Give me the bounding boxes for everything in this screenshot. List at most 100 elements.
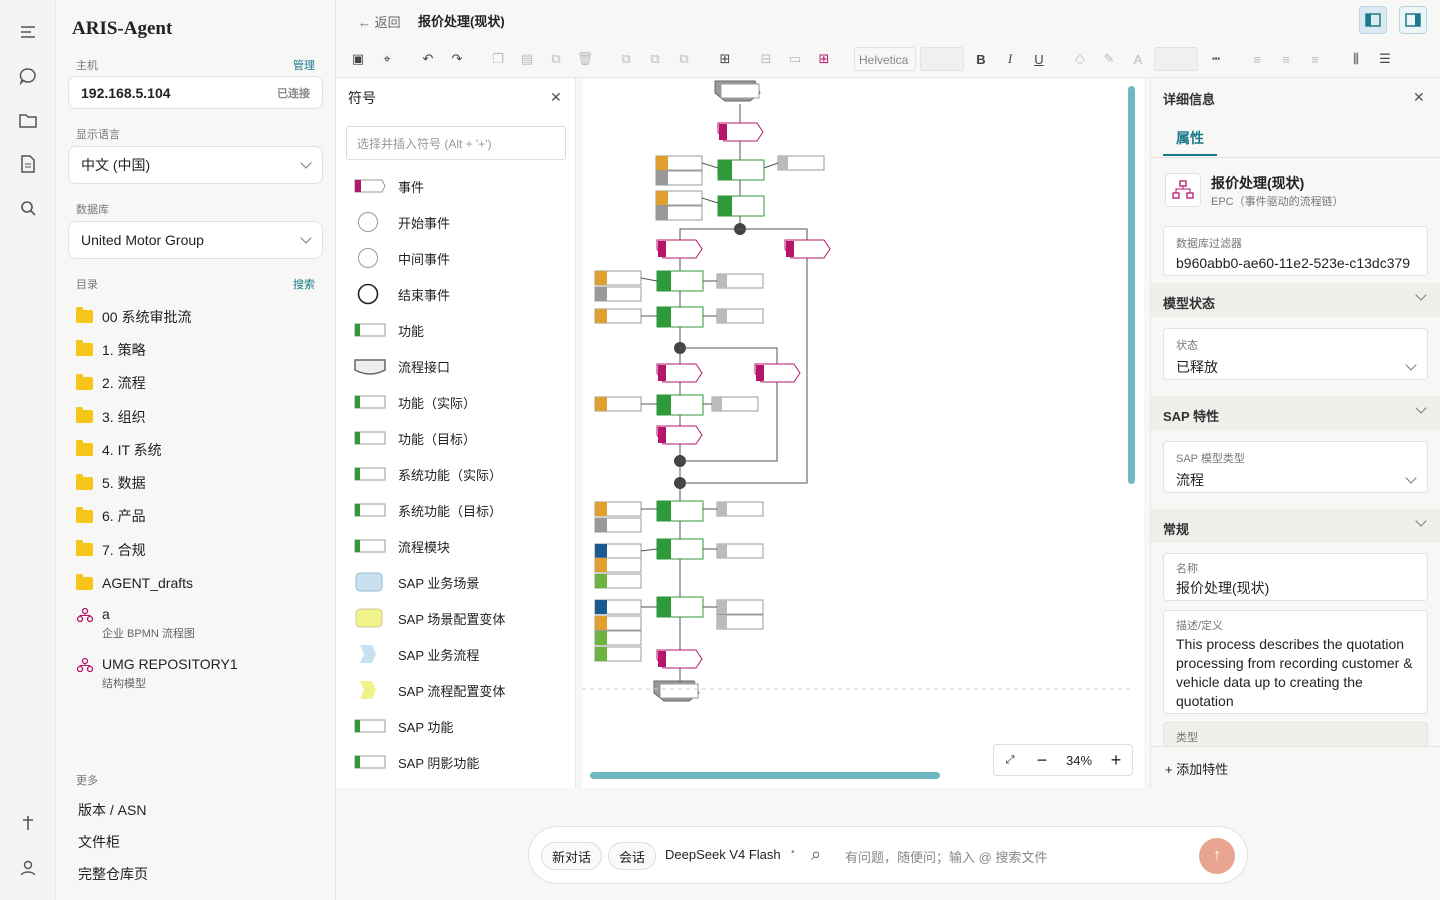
location-icon[interactable]: ⌖ xyxy=(377,49,397,69)
host-manage-link[interactable]: 管理 xyxy=(293,57,315,73)
folder-item[interactable]: 3. 组织 xyxy=(76,400,326,433)
bring-front-icon[interactable]: ⧉ xyxy=(616,49,636,69)
symbol-item[interactable]: 结束事件 xyxy=(354,276,450,312)
folder-item[interactable]: 7. 合规 xyxy=(76,533,326,566)
toggle-left-panel-button[interactable] xyxy=(1359,6,1387,34)
name-field[interactable]: 名称 报价处理(现状) xyxy=(1163,553,1428,601)
bold-icon[interactable]: B xyxy=(971,49,991,69)
layout-icon[interactable]: ⊞ xyxy=(715,49,735,69)
symbol-item[interactable]: 中间事件 xyxy=(354,240,450,276)
folder-item[interactable]: 00 系统审批流 xyxy=(76,300,326,333)
horizontal-scrollbar[interactable] xyxy=(590,772,940,779)
document-icon[interactable] xyxy=(16,152,40,176)
pin-icon[interactable] xyxy=(16,811,40,835)
symbol-item[interactable]: 系统功能（实际） xyxy=(354,456,502,492)
group-icon[interactable]: ⧉ xyxy=(674,49,694,69)
model-dropdown-icon[interactable]: • xyxy=(791,847,795,858)
section-sap[interactable]: SAP 特性 xyxy=(1151,396,1440,430)
zoom-out-button[interactable]: − xyxy=(1026,750,1058,771)
font-family-select[interactable]: Helvetica xyxy=(854,47,916,71)
search-icon[interactable] xyxy=(16,196,40,220)
send-button[interactable]: ↑ xyxy=(1199,838,1235,874)
fill-color-icon[interactable]: ◇ xyxy=(1070,49,1090,69)
model-item[interactable]: UMG REPOSITORY1 结构模型 xyxy=(76,650,326,700)
diagram-canvas[interactable]: ⤢ − 34% + xyxy=(582,78,1144,788)
symbol-item[interactable]: 流程接口 xyxy=(354,348,450,384)
sap-model-type-select[interactable]: SAP 模型类型 流程 xyxy=(1163,441,1428,493)
more-item-filecabinet[interactable]: 文件柜 xyxy=(78,832,120,852)
line-width-input[interactable] xyxy=(1154,47,1198,71)
folder-item[interactable]: 1. 策略 xyxy=(76,333,326,366)
lang-select[interactable]: 中文 (中国) xyxy=(68,146,323,184)
toggle-right-panel-button[interactable] xyxy=(1399,6,1427,34)
new-chat-button[interactable]: 新对话 xyxy=(541,842,603,870)
align-right-icon[interactable]: ≡ xyxy=(1305,49,1325,69)
back-button[interactable]: ← 返回 xyxy=(358,12,401,31)
db-filter-field[interactable]: 数据库过滤器 b960abb0-ae60-11e2-523e-c13dc379 xyxy=(1163,226,1428,276)
symbol-item[interactable]: SAP 业务流程 xyxy=(354,636,479,672)
folder-icon[interactable] xyxy=(16,108,40,132)
symbol-item[interactable]: 系统功能（目标） xyxy=(354,492,502,528)
distribute-horizontal-icon[interactable]: ⫼ xyxy=(1346,49,1366,69)
model-icon[interactable]: ⊞ xyxy=(814,49,834,69)
zoom-in-button[interactable]: + xyxy=(1100,750,1132,771)
folder-item[interactable]: 4. IT 系统 xyxy=(76,433,326,466)
line-style-icon[interactable]: ┅ xyxy=(1206,49,1226,69)
symbol-item[interactable]: 事件 xyxy=(354,168,424,204)
dir-search-link[interactable]: 搜索 xyxy=(293,276,315,292)
section-general[interactable]: 常规 xyxy=(1151,509,1440,543)
state-select[interactable]: 状态 已释放 xyxy=(1163,328,1428,380)
send-back-icon[interactable]: ⧉ xyxy=(645,49,665,69)
undo-icon[interactable]: ↶ xyxy=(418,49,438,69)
folder-item[interactable]: AGENT_drafts xyxy=(76,566,326,599)
font-size-input[interactable] xyxy=(920,47,964,71)
underline-icon[interactable]: U xyxy=(1029,49,1049,69)
symbol-item[interactable]: SAP 阴影功能 xyxy=(354,744,479,780)
align-icon[interactable]: ⊟ xyxy=(756,49,776,69)
symbol-item[interactable]: SAP 业务场景 xyxy=(354,564,479,600)
folder-item[interactable]: 2. 流程 xyxy=(76,367,326,400)
chat-icon[interactable] xyxy=(16,64,40,88)
model-selector[interactable]: DeepSeek V4 Flash xyxy=(665,847,781,862)
symbol-item[interactable]: 功能（实际） xyxy=(354,384,476,420)
db-select[interactable]: United Motor Group xyxy=(68,221,323,259)
italic-icon[interactable]: I xyxy=(1000,49,1020,69)
attachment-icon[interactable]: ⌕ xyxy=(811,844,821,865)
tab-attributes[interactable]: 属性 xyxy=(1163,126,1217,156)
close-icon[interactable]: ✕ xyxy=(550,89,562,106)
redo-icon[interactable]: ↷ xyxy=(447,49,467,69)
save-icon[interactable]: ▣ xyxy=(348,49,368,69)
add-attribute-button[interactable]: + 添加特性 xyxy=(1151,746,1440,788)
model-item[interactable]: a 企业 BPMN 流程图 xyxy=(76,600,326,650)
line-color-icon[interactable]: ✎ xyxy=(1099,49,1119,69)
description-field[interactable]: 描述/定义 This process describes the quotatio… xyxy=(1163,610,1428,714)
chat-input[interactable]: 有问题，随便问；输入 @ 搜索文件 xyxy=(845,847,1047,866)
type-field[interactable]: 类型 xyxy=(1163,722,1428,746)
copy-icon[interactable]: ❐ xyxy=(488,49,508,69)
symbol-item[interactable]: SAP 功能 xyxy=(354,708,453,744)
menu-icon[interactable] xyxy=(16,20,40,44)
symbol-item[interactable]: SAP 流程配置变体 xyxy=(354,672,505,708)
host-field[interactable]: 192.168.5.104 已连接 xyxy=(68,76,323,109)
folder-item[interactable]: 6. 产品 xyxy=(76,500,326,533)
session-button[interactable]: 会话 xyxy=(608,842,657,870)
font-color-icon[interactable]: A xyxy=(1128,49,1148,69)
more-item-repository[interactable]: 完整仓库页 xyxy=(78,864,148,884)
symbol-search-input[interactable]: 选择并插入符号 (Alt + '+') xyxy=(346,126,566,160)
close-icon[interactable]: ✕ xyxy=(1413,89,1425,106)
user-icon[interactable] xyxy=(16,856,40,880)
delete-icon[interactable]: 🗑 xyxy=(575,49,595,69)
duplicate-icon[interactable]: ⧉ xyxy=(546,49,566,69)
frame-icon[interactable]: ▭ xyxy=(785,49,805,69)
distribute-vertical-icon[interactable]: ☰ xyxy=(1375,49,1395,69)
symbol-item[interactable]: 功能（目标） xyxy=(354,420,476,456)
more-item-version[interactable]: 版本 / ASN xyxy=(78,800,146,820)
symbol-item[interactable]: 流程模块 xyxy=(354,528,450,564)
symbol-item[interactable]: SAP 场景配置变体 xyxy=(354,600,505,636)
align-center-icon[interactable]: ≡ xyxy=(1276,49,1296,69)
align-left-icon[interactable]: ≡ xyxy=(1247,49,1267,69)
paste-icon[interactable]: ▤ xyxy=(517,49,537,69)
epc-diagram[interactable] xyxy=(582,78,1144,788)
folder-item[interactable]: 5. 数据 xyxy=(76,466,326,499)
symbol-item[interactable]: 开始事件 xyxy=(354,204,450,240)
